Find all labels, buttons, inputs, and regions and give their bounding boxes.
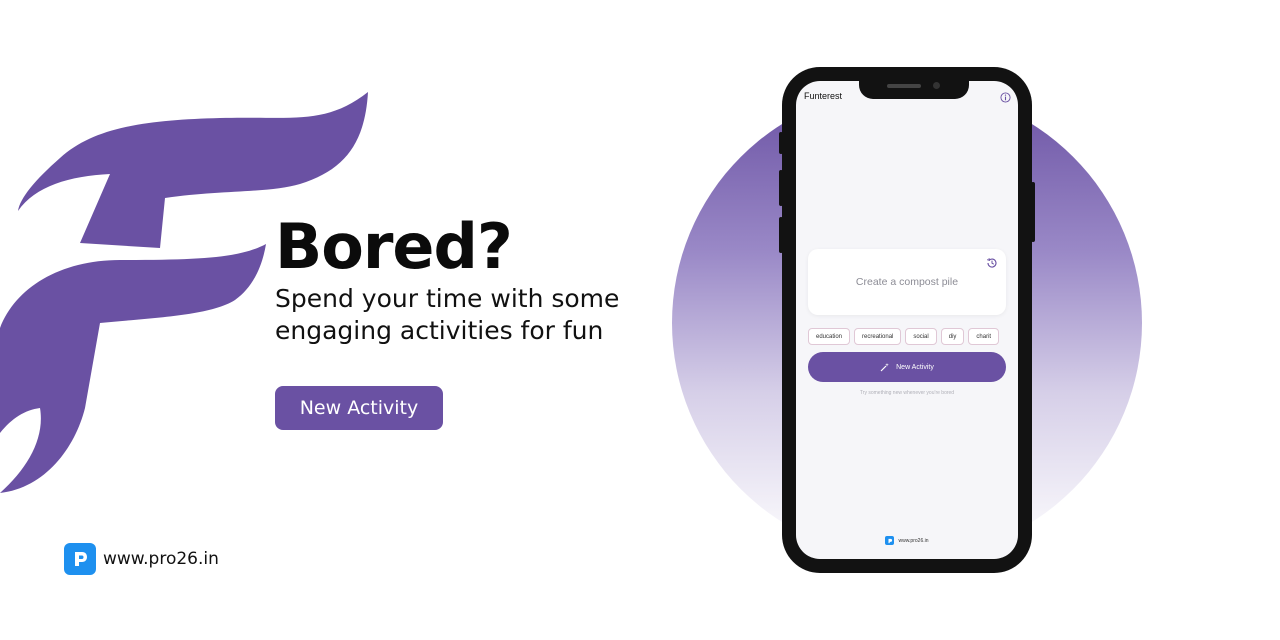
app-footer-url: www.pro26.in [898, 537, 929, 544]
magic-wand-icon [880, 363, 889, 372]
phone-notch [859, 81, 969, 99]
activity-text: Create a compost pile [855, 276, 959, 288]
chip-education[interactable]: education [808, 328, 851, 345]
tagline: Spend your time with some engaging activ… [275, 284, 620, 345]
chip-social[interactable]: social [905, 328, 937, 345]
app-new-activity-button[interactable]: New Activity [808, 352, 1006, 382]
chip-charity[interactable]: charit [968, 328, 1000, 345]
p-letter-badge-icon [64, 543, 96, 575]
info-icon[interactable] [1000, 92, 1011, 103]
camera [933, 82, 940, 89]
brand-link[interactable]: www.pro26.in [64, 543, 219, 575]
brand-url: www.pro26.in [103, 549, 219, 569]
page-title: Bored? [275, 210, 513, 283]
speaker [887, 84, 921, 88]
phone-mockup: Funterest Create a compost pile educatio… [782, 67, 1032, 573]
category-chips: education recreational social diy charit [808, 325, 1006, 345]
app-footer-brand: www.pro26.in [796, 536, 1018, 545]
history-icon[interactable] [986, 257, 998, 269]
chip-recreational[interactable]: recreational [854, 328, 902, 345]
app-title: Funterest [804, 91, 843, 101]
app-button-label: New Activity [896, 363, 934, 371]
new-activity-cta-button[interactable]: New Activity [275, 386, 443, 430]
hint-text: Try something new whenever you're bored [859, 390, 955, 396]
activity-card: Create a compost pile [808, 249, 1006, 315]
phone-screen: Funterest Create a compost pile educatio… [796, 81, 1018, 559]
p-letter-badge-icon [885, 536, 895, 545]
chip-diy[interactable]: diy [940, 328, 965, 345]
